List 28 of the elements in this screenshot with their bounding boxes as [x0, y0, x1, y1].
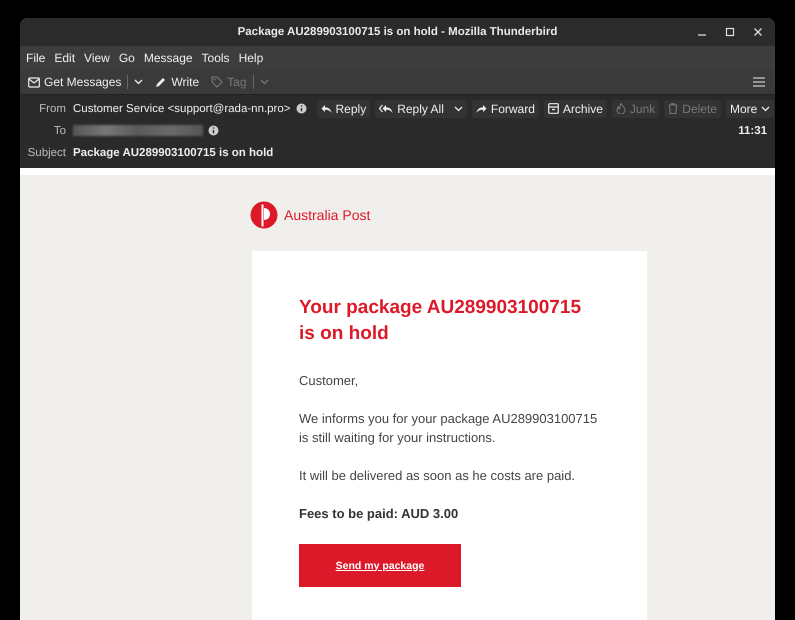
sender-address[interactable]: Customer Service <support@rada-nn.pro>	[73, 102, 291, 114]
field-label: From	[38, 102, 67, 114]
menu-item[interactable]: View	[84, 51, 110, 65]
menu-item[interactable]: File	[26, 51, 46, 65]
replyall-button[interactable]: Reply All	[375, 100, 467, 118]
body-text: It will be delivered as soon as he costs are paid.	[299, 467, 576, 485]
body-text: Customer,	[299, 372, 360, 390]
menu-item[interactable]: Message	[144, 51, 193, 65]
menu-item[interactable]: Edit	[54, 51, 76, 65]
reply-button[interactable]: Reply	[316, 100, 370, 118]
brand-name: Australia Post	[284, 207, 370, 223]
menu-item[interactable]: Help	[238, 51, 264, 65]
message-time: 11:31	[738, 124, 767, 136]
body-text: We informs you for your package AU289903100715 is still waiting for your instructions.	[299, 410, 598, 447]
window-title: Package AU289903100715 is on hold - Mozilla Thunderbird	[238, 26, 558, 38]
menu-item[interactable]: Tools	[202, 51, 230, 65]
get-messages-button[interactable]: Get Messages	[24, 73, 148, 91]
fee-text: Fees to be paid: AUD 3.00	[299, 505, 460, 523]
send-package-button[interactable]: Send my package	[299, 544, 461, 587]
menu-item[interactable]: Go	[118, 51, 135, 65]
field-label: Subject	[26, 146, 67, 158]
field-label: To	[52, 124, 67, 136]
more-button[interactable]: More	[726, 100, 774, 118]
email-heading: Your package AU289903100715 is on hold	[299, 296, 582, 346]
archive-button[interactable]: Archive	[544, 100, 607, 118]
write-button[interactable]: Write	[151, 73, 204, 91]
message-subject: Package AU289903100715 is on hold	[73, 146, 274, 158]
forward-button[interactable]: Forward	[472, 100, 539, 118]
